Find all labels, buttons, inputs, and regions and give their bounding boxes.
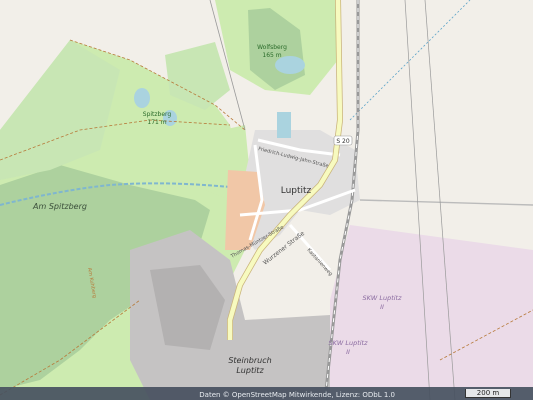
pond-spitzberg-1: [134, 88, 150, 108]
label-skw-1b: II: [380, 303, 384, 311]
label-skw-2b: II: [346, 348, 350, 356]
label-spitzberg: Spitzberg: [143, 111, 172, 118]
label-am-spitzberg: Am Spitzberg: [32, 202, 87, 211]
label-wolfsberg: Wolfsberg: [257, 44, 287, 51]
scale-bar: 200 m: [465, 389, 511, 398]
label-road-s20: S 20: [336, 138, 350, 145]
label-luptitz: Luptitz: [281, 186, 312, 196]
label-skw-2: SKW Luptitz: [328, 339, 368, 347]
industrial-skw: [330, 225, 533, 387]
label-skw-1: SKW Luptitz: [362, 294, 402, 302]
label-spitzberg-ele: 171 m: [147, 119, 166, 126]
attribution-text[interactable]: Daten © OpenStreetMap Mitwirkende, Lizen…: [199, 391, 395, 399]
map-canvas[interactable]: S 20 Wolfsberg 165 m Spitzberg 171 m Am …: [0, 0, 533, 400]
label-wolfsberg-ele: 165 m: [262, 52, 281, 59]
label-steinbruch: Steinbruch: [228, 356, 271, 365]
label-steinbruch-b: Luptitz: [236, 366, 264, 375]
pool-sports: [277, 112, 291, 138]
